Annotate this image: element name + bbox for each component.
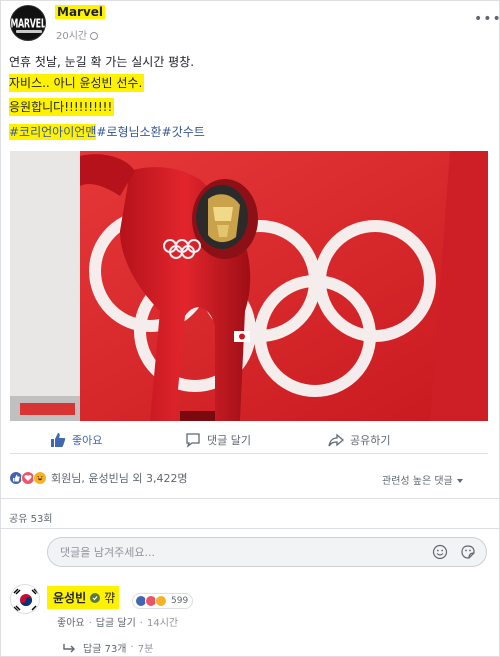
post-photo[interactable] [10, 151, 488, 421]
share-count-link[interactable]: 공유 53회 [9, 510, 53, 525]
page-avatar[interactable]: MARVEL [10, 5, 46, 41]
comment-time[interactable]: 14시간 [147, 618, 178, 629]
hashtags: #코리언아이언맨#로형님소환#갓수트 [9, 124, 205, 140]
marvel-logo-text: MARVEL [10, 15, 46, 31]
caret-down-icon [456, 479, 463, 483]
comment-input[interactable] [60, 544, 420, 560]
verified-badge-icon [90, 592, 101, 603]
comment-reply-link[interactable]: 답글 달기 [96, 618, 136, 629]
share-label: 공유하기 [350, 434, 391, 447]
divider [0, 528, 500, 529]
reaction-count-text: 회원님, 윤성빈님 외 3,422명 [51, 472, 188, 485]
comment-meta: 좋아요 · 답글 달기 · 14시간 [57, 614, 178, 629]
post-text-line-3: 응원합니다!!!!!!!!!! [9, 98, 115, 116]
commenter-name-link[interactable]: 윤성빈 [53, 589, 86, 606]
post-timestamp[interactable]: 20시간 [56, 27, 99, 42]
comment-label: 댓글 달기 [207, 434, 251, 447]
share-button[interactable]: 공유하기 [328, 432, 390, 448]
separator-dot: · [130, 642, 134, 653]
logo-underline [16, 30, 42, 33]
hashtag-link[interactable]: #코리언아이언맨 [9, 124, 97, 140]
comment-sort-dropdown[interactable]: 관련성 높은 댓글 [382, 472, 463, 487]
separator-dot: · [88, 618, 92, 629]
sticker-icon[interactable] [460, 544, 476, 560]
sort-label: 관련성 높은 댓글 [382, 476, 453, 487]
replies-time: 7분 [137, 644, 154, 655]
comment-bubble: 윤성빈 꺆 [47, 586, 120, 609]
commenter-avatar[interactable] [10, 584, 40, 614]
comment-input-box [47, 537, 487, 567]
timestamp-text: 20시간 [56, 31, 88, 42]
like-label: 좋아요 [72, 434, 103, 447]
reply-arrow-icon [63, 643, 75, 652]
post-action-bar: 좋아요 댓글 달기 공유하기 [10, 426, 488, 454]
haha-reaction-icon [33, 471, 47, 485]
post-text-line-1: 연휴 첫날, 눈길 확 가는 실시간 평창. [9, 55, 195, 69]
haha-reaction-icon [155, 595, 167, 607]
separator-dot: · [139, 618, 143, 629]
skeleton-athlete-photo [10, 151, 488, 421]
comment-text: 꺆 [104, 591, 116, 605]
hashtag-link[interactable]: #로형님소환 [96, 125, 161, 139]
comment-bubble-icon [186, 433, 200, 448]
view-replies-link[interactable]: 답글 73개 · 7분 [63, 640, 153, 655]
comment-reaction-count: 599 [171, 596, 189, 606]
page-name-link[interactable]: Marvel [55, 5, 106, 19]
reaction-summary[interactable]: 회원님, 윤성빈님 외 3,422명 [9, 470, 188, 486]
smiley-emoji-icon[interactable] [432, 544, 448, 560]
hashtag-link[interactable]: #갓수트 [162, 125, 205, 139]
comment-button[interactable]: 댓글 달기 [185, 432, 251, 448]
more-options-icon[interactable]: ••• [474, 11, 500, 27]
like-button[interactable]: 좋아요 [50, 432, 102, 448]
thumbs-up-icon [51, 433, 66, 447]
globe-icon [90, 32, 99, 40]
post-text-line-2: 자비스.. 아니 윤성빈 선수. [9, 74, 145, 92]
share-arrow-icon [328, 433, 344, 447]
comment-reactions[interactable]: 599 [133, 594, 193, 608]
replies-count: 답글 73개 [83, 644, 127, 655]
comment-like-link[interactable]: 좋아요 [57, 618, 85, 629]
divider [0, 498, 500, 499]
